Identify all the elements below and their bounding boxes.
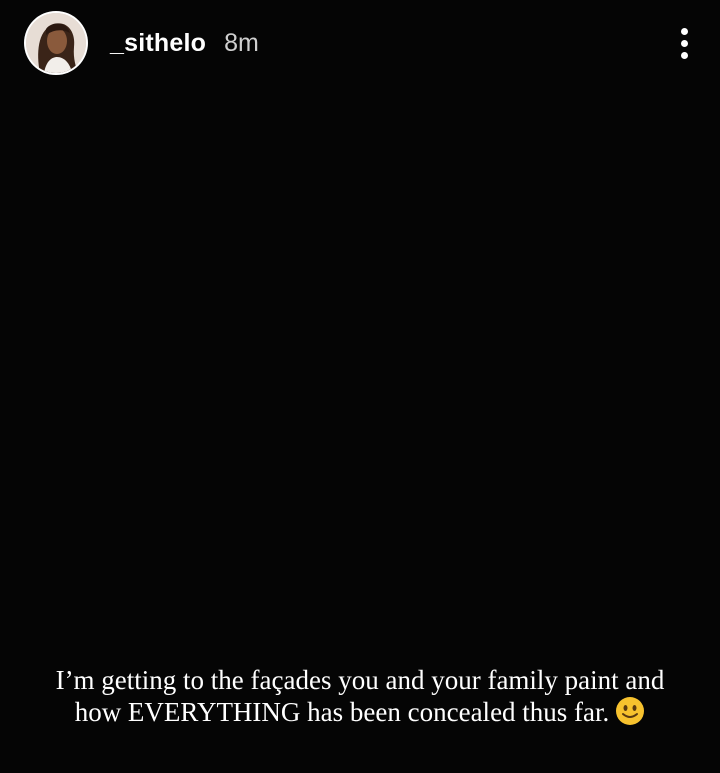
more-vertical-icon <box>680 27 688 35</box>
story-header: _sithelo 8m <box>24 10 696 76</box>
slightly-smiling-face-icon <box>615 696 645 726</box>
post-timestamp: 8m <box>224 28 259 57</box>
profile-photo-icon <box>26 13 86 73</box>
more-vertical-icon-dot <box>680 51 688 59</box>
story-viewer[interactable]: _sithelo 8m I’m getting to the façades y… <box>0 0 720 773</box>
caption-line-1: I’m getting to the façades you and your … <box>55 665 665 695</box>
more-options-button[interactable] <box>672 21 696 65</box>
avatar[interactable] <box>24 11 88 75</box>
username[interactable]: _sithelo <box>110 29 206 58</box>
story-caption: I’m getting to the façades you and your … <box>0 664 720 728</box>
caption-line-2: how EVERYTHING has been concealed thus f… <box>74 697 610 727</box>
caption-line-2-wrap: how EVERYTHING has been concealed thus f… <box>0 696 720 728</box>
more-vertical-icon-dot <box>680 39 688 47</box>
